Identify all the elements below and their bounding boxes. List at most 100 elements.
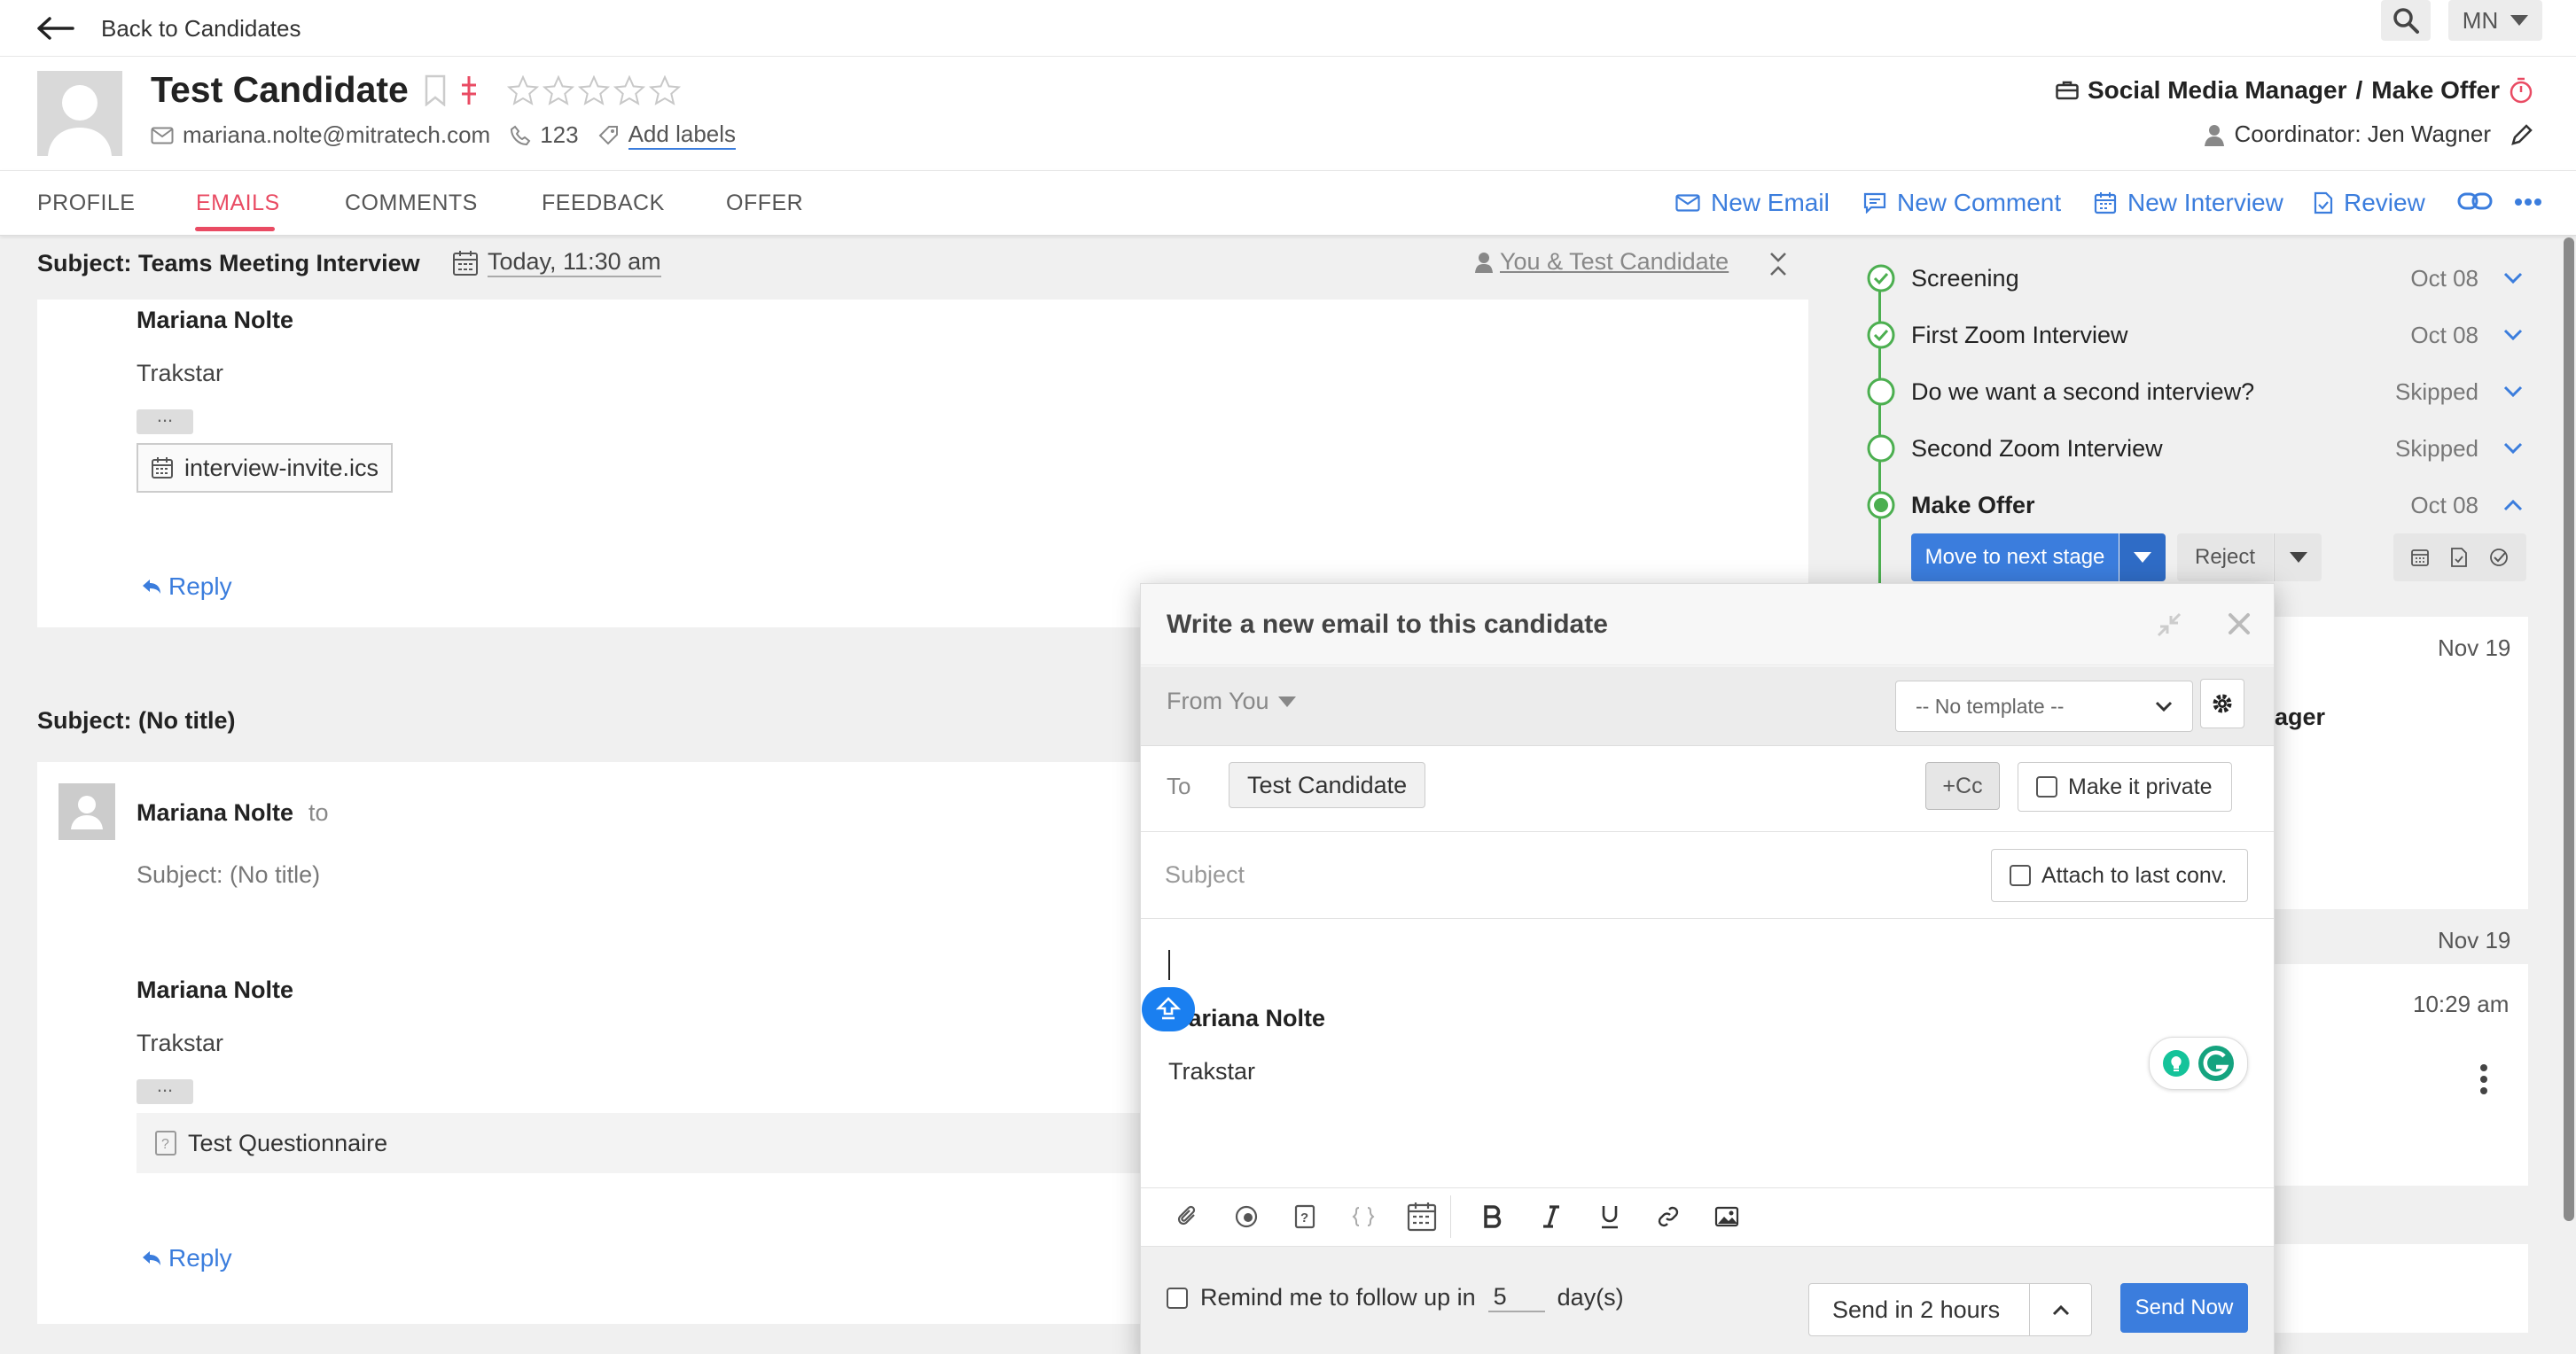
calendar-icon — [1407, 1202, 1436, 1231]
italic-button[interactable] — [1522, 1195, 1581, 1238]
star-icon[interactable] — [649, 75, 681, 105]
pipeline-stage[interactable]: Do we want a second interview? Skipped — [1867, 374, 2523, 409]
send-later-options[interactable] — [2029, 1284, 2091, 1335]
insert-questionnaire-button[interactable]: ? — [1276, 1195, 1334, 1238]
add-cc-button[interactable]: +Cc — [1925, 762, 2000, 810]
calendar-icon[interactable] — [2410, 548, 2430, 567]
caret-down-icon — [2134, 552, 2151, 563]
remind-days-input[interactable]: 5 — [1487, 1283, 1545, 1312]
insert-meeting-button[interactable] — [1393, 1194, 1451, 1238]
job-title[interactable]: Social Media Manager — [2088, 76, 2347, 105]
chevron-down-icon[interactable] — [2503, 272, 2523, 284]
make-private-checkbox[interactable] — [2036, 776, 2057, 798]
reject-options-dropdown[interactable] — [2274, 533, 2322, 581]
reply-button[interactable]: Reply — [142, 1244, 232, 1272]
insert-emoji-button[interactable] — [1217, 1195, 1276, 1238]
review-button[interactable]: Review — [2314, 189, 2425, 217]
email-to-label: to — [308, 799, 329, 826]
scrollbar[interactable] — [2564, 237, 2574, 1221]
more-options-button[interactable] — [2514, 198, 2542, 206]
show-quoted-button[interactable]: ... — [137, 406, 193, 434]
grammarly-widget[interactable] — [2149, 1037, 2248, 1090]
reply-button[interactable]: Reply — [142, 572, 232, 601]
phone-icon — [511, 125, 531, 145]
remind-checkbox[interactable] — [1167, 1287, 1188, 1309]
chevron-down-icon[interactable] — [2503, 329, 2523, 341]
search-button[interactable] — [2381, 0, 2431, 41]
attachment-ics[interactable]: interview-invite.ics — [137, 443, 394, 493]
underline-button[interactable] — [1581, 1195, 1639, 1238]
review-doc-icon[interactable] — [2450, 547, 2468, 568]
insert-link-button[interactable] — [1639, 1195, 1698, 1238]
email-date-text: Today, 11:30 am — [488, 248, 661, 277]
tab-emails[interactable]: EMAILS — [196, 191, 280, 216]
subject-input[interactable]: Subject — [1165, 861, 1245, 889]
copy-link-button[interactable] — [2457, 191, 2493, 212]
email-participants[interactable]: You & Test Candidate — [1475, 248, 1729, 276]
star-icon[interactable] — [543, 75, 574, 105]
reject-button[interactable]: Reject — [2177, 533, 2273, 581]
new-comment-button[interactable]: New Comment — [1863, 189, 2061, 217]
new-email-button[interactable]: New Email — [1675, 189, 1830, 217]
chevron-down-icon[interactable] — [2503, 442, 2523, 455]
from-selector[interactable]: From You — [1167, 688, 1296, 715]
send-now-button[interactable]: Send Now — [2120, 1283, 2248, 1333]
candidate-email[interactable]: mariana.nolte@mitratech.com — [183, 121, 490, 149]
show-quoted-button[interactable]: ... — [137, 1076, 193, 1104]
attach-file-button[interactable] — [1159, 1195, 1217, 1238]
make-private-toggle[interactable]: Make it private — [2018, 762, 2232, 812]
template-select[interactable]: -- No template -- — [1895, 681, 2193, 732]
rating-stars[interactable] — [507, 75, 681, 105]
template-settings-button[interactable] — [2200, 679, 2244, 728]
move-to-next-stage-button[interactable]: Move to next stage — [1911, 533, 2119, 581]
activity-text: ager — [2275, 704, 2326, 730]
email-body-editor[interactable] — [1144, 922, 2269, 1186]
pipeline-stage[interactable]: First Zoom Interview Oct 08 — [1867, 317, 2523, 353]
user-menu-button[interactable]: MN — [2448, 0, 2542, 41]
back-to-candidates-link[interactable]: Back to Candidates — [35, 5, 301, 51]
pipeline-stage[interactable]: Screening Oct 08 — [1867, 261, 2523, 296]
pipeline-stage-current[interactable]: Make Offer Oct 08 — [1867, 487, 2523, 523]
tab-offer[interactable]: OFFER — [726, 191, 803, 216]
send-later-button[interactable]: Send in 2 hours — [1808, 1283, 2092, 1336]
bold-button[interactable] — [1464, 1195, 1522, 1238]
tab-profile[interactable]: PROFILE — [37, 191, 135, 216]
priority-icon[interactable] — [459, 74, 479, 106]
top-bar — [0, 0, 2576, 57]
email-sender: Mariana Nolte — [137, 307, 294, 333]
tab-feedback[interactable]: FEEDBACK — [542, 191, 665, 216]
email-date[interactable]: Today, 11:30 am — [452, 248, 661, 277]
pencil-icon[interactable] — [2510, 123, 2533, 146]
insert-image-button[interactable] — [1698, 1195, 1756, 1238]
minimize-icon[interactable] — [2156, 611, 2182, 638]
star-icon[interactable] — [613, 75, 645, 105]
chevron-up-icon[interactable] — [2503, 499, 2523, 511]
new-interview-label: New Interview — [2127, 189, 2283, 216]
new-interview-button[interactable]: New Interview — [2094, 189, 2283, 217]
check-badge-icon[interactable] — [2488, 547, 2510, 568]
star-icon[interactable] — [507, 75, 539, 105]
candidate-phone[interactable]: 123 — [540, 121, 578, 149]
more-vertical-icon[interactable] — [2478, 1063, 2489, 1095]
close-icon[interactable] — [2227, 611, 2252, 636]
collapse-icon[interactable] — [1768, 252, 1789, 276]
attachment-questionnaire[interactable]: ? Test Questionnaire — [137, 1113, 1142, 1173]
add-labels-link[interactable]: Add labels — [628, 121, 737, 150]
assistant-button[interactable] — [1142, 987, 1195, 1031]
bookmark-icon[interactable] — [424, 74, 447, 106]
pipeline-stage[interactable]: Second Zoom Interview Skipped — [1867, 431, 2523, 466]
star-icon[interactable] — [578, 75, 610, 105]
chevron-down-icon — [2155, 701, 2173, 712]
tab-comments[interactable]: COMMENTS — [345, 191, 478, 216]
person-icon — [2205, 124, 2225, 146]
email-subject: Subject: Teams Meeting Interview — [37, 250, 420, 276]
insert-placeholder-button[interactable] — [1334, 1195, 1393, 1238]
candidate-name: Test Candidate — [151, 69, 409, 110]
job-separator: / — [2355, 76, 2363, 104]
recipient-chip[interactable]: Test Candidate — [1229, 762, 1426, 808]
move-options-dropdown[interactable] — [2119, 533, 2166, 581]
attach-last-checkbox[interactable] — [2010, 865, 2031, 886]
image-icon — [1714, 1206, 1739, 1226]
chevron-down-icon[interactable] — [2503, 385, 2523, 398]
attach-to-last-conversation-toggle[interactable]: Attach to last conv. — [1991, 849, 2248, 902]
